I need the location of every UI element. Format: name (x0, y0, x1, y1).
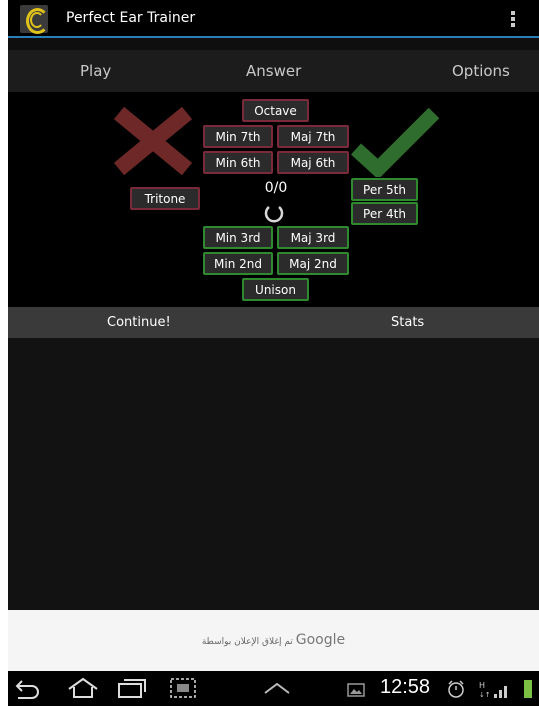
replay-icon[interactable] (263, 202, 285, 224)
tab-answer[interactable]: Answer (246, 62, 301, 80)
signal-icon: H ↓↑ (479, 681, 507, 699)
content-area (8, 338, 539, 610)
bottom-action-bar: Continue! Stats (8, 307, 539, 338)
svg-text:H: H (479, 681, 485, 690)
status-clock: 12:58 (380, 676, 431, 698)
action-bar: Perfect Ear Trainer (8, 0, 539, 38)
quiz-area: Octave Min 7th Maj 7th Min 6th Maj 6th T… (8, 92, 539, 307)
app-logo-icon[interactable] (20, 5, 49, 34)
ad-message: تم إغلاق الإعلان بواسطة (201, 637, 293, 647)
tab-play[interactable]: Play (80, 62, 111, 80)
chevron-up-icon[interactable] (262, 679, 292, 697)
battery-icon (524, 680, 532, 698)
interval-min2-button[interactable]: Min 2nd (203, 252, 273, 275)
alarm-icon (448, 680, 464, 698)
app-title: Perfect Ear Trainer (66, 10, 196, 26)
interval-min3-button[interactable]: Min 3rd (203, 226, 273, 249)
wrong-x-icon (113, 107, 193, 175)
interval-maj3-button[interactable]: Maj 3rd (277, 226, 349, 249)
tab-bar: Play Answer Options (8, 50, 539, 92)
google-logo: Google (295, 632, 346, 648)
screenshot-icon[interactable] (168, 676, 198, 700)
continue-button[interactable]: Continue! (107, 315, 171, 330)
interval-tritone-button[interactable]: Tritone (130, 187, 200, 210)
ad-banner[interactable]: تم إغلاق الإعلان بواسطة Google (8, 610, 539, 671)
interval-per4-button[interactable]: Per 4th (351, 202, 418, 225)
image-icon (347, 683, 365, 697)
interval-octave-button[interactable]: Octave (242, 99, 309, 122)
stats-button[interactable]: Stats (391, 315, 424, 330)
system-nav-bar: 12:58 H ↓↑ (8, 671, 539, 706)
interval-maj2-button[interactable]: Maj 2nd (277, 252, 349, 275)
recent-apps-icon[interactable] (116, 677, 148, 699)
svg-text:↓↑: ↓↑ (479, 691, 491, 699)
ad-closed-text: تم إغلاق الإعلان بواسطة Google (8, 632, 539, 648)
interval-per5-button[interactable]: Per 5th (351, 178, 418, 201)
correct-check-icon (350, 107, 440, 177)
home-icon[interactable] (66, 677, 100, 699)
back-icon[interactable] (12, 678, 42, 700)
interval-min6-button[interactable]: Min 6th (203, 151, 273, 174)
interval-maj7-button[interactable]: Maj 7th (277, 125, 349, 148)
interval-min7-button[interactable]: Min 7th (203, 125, 273, 148)
tab-options[interactable]: Options (452, 62, 510, 80)
overflow-menu-icon[interactable] (511, 11, 517, 29)
app-screen: Perfect Ear Trainer Play Answer Options … (8, 0, 539, 706)
score-counter: 0/0 (264, 180, 288, 196)
interval-maj6-button[interactable]: Maj 6th (277, 151, 349, 174)
interval-unison-button[interactable]: Unison (242, 278, 309, 301)
